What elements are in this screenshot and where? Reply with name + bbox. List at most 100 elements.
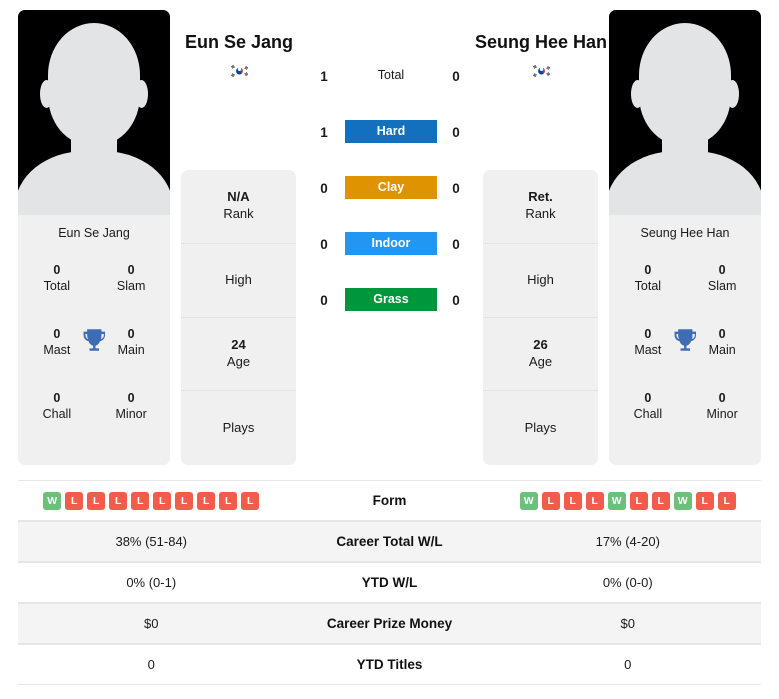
titles-main-left: 0 Main: [108, 327, 154, 358]
titles-grid-left: 0 Total 0 Slam 0 Mast 0 Main 0 Chall 0 M…: [18, 251, 170, 465]
titles-total-label: Total: [634, 278, 662, 293]
ytd-titles-right: 0: [624, 657, 632, 672]
form-badge-loss[interactable]: L: [65, 491, 84, 510]
titles-row-1: 0 Total 0 Slam: [609, 263, 761, 327]
h2h-row-clay: 0 Clay 0: [308, 172, 472, 228]
avatar-placeholder-icon: [639, 23, 731, 145]
avatar-ear-right: [726, 80, 739, 108]
stat-age-value: 26: [533, 336, 548, 352]
table-row-form: WLLLLLLLLL Form WLLLWLLWLL: [18, 480, 761, 521]
titles-mast-right: 0 Mast: [625, 327, 671, 358]
form-right: WLLLWLLWLL: [495, 491, 762, 510]
titles-grid-right: 0 Total 0 Slam 0 Mast 0 Main 0 Chall 0 M…: [609, 251, 761, 465]
h2h-surface-label-hard: Hard: [345, 120, 437, 143]
form-badge-loss[interactable]: L: [219, 491, 238, 510]
h2h-surface-label-total: Total: [377, 68, 405, 82]
stat-rank-value: Ret.: [528, 189, 553, 205]
player-name-right[interactable]: Seung Hee Han: [466, 30, 616, 55]
h2h-score-right: 0: [452, 237, 460, 252]
form-badge-loss[interactable]: L: [563, 491, 582, 510]
stat-rank-value: N/A: [227, 189, 250, 205]
table-row-ytd-wl: 0% (0-1) YTD W/L 0% (0-0): [18, 562, 761, 603]
form-badges-right: WLLLWLLWLL: [519, 491, 736, 510]
titles-row-2: 0 Mast 0 Main: [609, 327, 761, 391]
player-name-header-left: Eun Se Jang: [164, 30, 314, 84]
form-badge-loss[interactable]: L: [131, 491, 150, 510]
titles-main-label: Main: [117, 342, 145, 357]
trophy-spacer: [80, 391, 109, 421]
stat-plays-label: Plays: [524, 419, 557, 435]
player-card-left[interactable]: Eun Se Jang 0 Total 0 Slam 0 Mast 0 Main…: [18, 10, 170, 465]
titles-minor-right: 0 Minor: [699, 391, 745, 422]
h2h-row-total: 1 Total 0: [308, 60, 472, 116]
trophy-spacer: [671, 391, 700, 421]
form-badge-loss[interactable]: L: [241, 491, 260, 510]
h2h-surface-label-indoor: Indoor: [345, 232, 437, 255]
stat-high-left: High: [181, 244, 296, 318]
avatar-shoulders: [18, 151, 170, 215]
stat-rank-label: Rank: [223, 206, 254, 222]
h2h-score-left: 0: [320, 237, 328, 252]
ytd-wl-left: 0% (0-1): [126, 575, 177, 590]
titles-mast-label: Mast: [43, 342, 71, 357]
stat-card-left[interactable]: N/A Rank High 24 Age Plays: [181, 170, 296, 465]
form-badge-loss[interactable]: L: [585, 491, 604, 510]
stat-rank-right: Ret. Rank: [483, 170, 598, 244]
trophy-spacer: [671, 263, 700, 293]
player-photo-caption-right: Seung Hee Han: [609, 215, 761, 251]
h2h-score-left: 1: [320, 69, 328, 84]
h2h-surface-label-clay: Clay: [345, 176, 437, 199]
titles-mast-left: 0 Mast: [34, 327, 80, 358]
player-name-left[interactable]: Eun Se Jang: [164, 30, 314, 55]
form-left: WLLLLLLLLL: [18, 491, 285, 510]
player-photo-right: [609, 10, 761, 215]
stat-high-label: High: [225, 271, 252, 287]
titles-slam-left: 0 Slam: [108, 263, 154, 294]
form-badge-loss[interactable]: L: [541, 491, 560, 510]
form-badge-loss[interactable]: L: [695, 491, 714, 510]
form-badge-loss[interactable]: L: [197, 491, 216, 510]
titles-total-value: 0: [644, 263, 652, 277]
stat-age-label: Age: [528, 353, 553, 369]
form-badge-loss[interactable]: L: [651, 491, 670, 510]
stat-card-right[interactable]: Ret. Rank High 26 Age Plays: [483, 170, 598, 465]
form-badge-win[interactable]: W: [519, 491, 538, 510]
form-badge-loss[interactable]: L: [717, 491, 736, 510]
form-badges-left: WLLLLLLLLL: [43, 491, 260, 510]
titles-main-right: 0 Main: [699, 327, 745, 358]
stat-age-value: 24: [231, 336, 246, 352]
h2h-score-left: 1: [320, 125, 328, 140]
titles-chall-value: 0: [644, 391, 652, 405]
form-badge-loss[interactable]: L: [87, 491, 106, 510]
stat-age-label: Age: [226, 353, 251, 369]
titles-chall-left: 0 Chall: [34, 391, 80, 422]
player-photo-left: [18, 10, 170, 215]
player-card-right[interactable]: Seung Hee Han 0 Total 0 Slam 0 Mast 0 Ma…: [609, 10, 761, 465]
stat-rank-label: Rank: [525, 206, 556, 222]
career-total-wl-right: 17% (4-20): [595, 534, 660, 549]
titles-total-value: 0: [53, 263, 61, 277]
row-label-form: Form: [372, 493, 407, 508]
titles-row-3: 0 Chall 0 Minor: [18, 391, 170, 455]
form-badge-loss[interactable]: L: [109, 491, 128, 510]
form-badge-loss[interactable]: L: [629, 491, 648, 510]
form-badge-win[interactable]: W: [607, 491, 626, 510]
titles-total-left: 0 Total: [34, 263, 80, 294]
form-badge-loss[interactable]: L: [175, 491, 194, 510]
h2h-row-hard: 1 Hard 0: [308, 116, 472, 172]
table-row-ytd-titles: 0 YTD Titles 0: [18, 644, 761, 685]
row-label-career-prize-money: Career Prize Money: [326, 616, 453, 631]
player-photo-caption-left: Eun Se Jang: [18, 215, 170, 251]
titles-slam-value: 0: [127, 263, 135, 277]
titles-main-value: 0: [127, 327, 135, 341]
comparison-stats-table: WLLLLLLLLL Form WLLLWLLWLL 38% (51-84) C…: [18, 480, 761, 685]
titles-row-3: 0 Chall 0 Minor: [609, 391, 761, 455]
titles-minor-label: Minor: [706, 406, 738, 421]
form-badge-win[interactable]: W: [43, 491, 62, 510]
form-badge-loss[interactable]: L: [153, 491, 172, 510]
career-prize-money-right: $0: [620, 616, 635, 631]
trophy-icon: [83, 329, 105, 351]
form-badge-win[interactable]: W: [673, 491, 692, 510]
h2h-row-indoor: 0 Indoor 0: [308, 228, 472, 284]
titles-slam-right: 0 Slam: [699, 263, 745, 294]
